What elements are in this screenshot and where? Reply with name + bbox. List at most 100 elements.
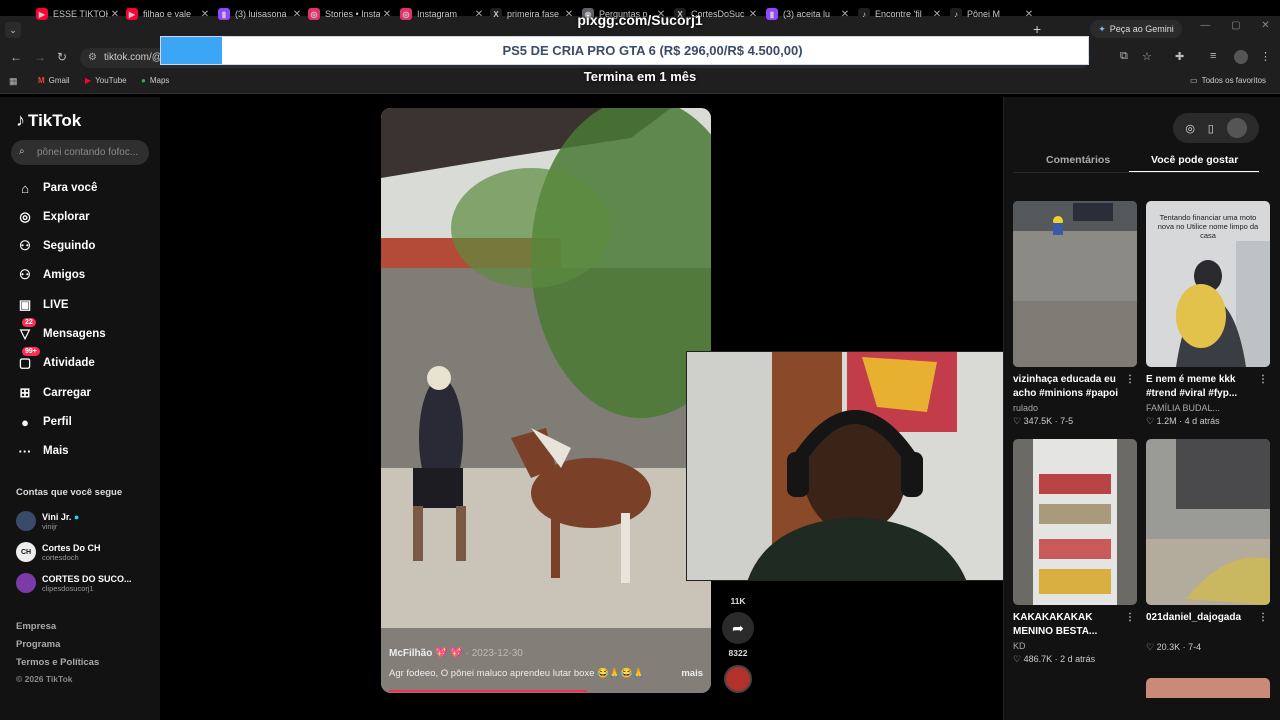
notification-badge: 22 [22, 318, 36, 327]
followed-account[interactable]: Vini Jr. ● vinijr [16, 509, 79, 533]
donation-site-label: pixgg.com/Sucorj1 [577, 12, 703, 28]
sidebar-item-explorar[interactable]: ◎ Explorar [16, 207, 89, 227]
card-more-icon[interactable]: ⋮ [1258, 373, 1268, 387]
video-date: 2023-12-30 [471, 648, 523, 659]
footer-link[interactable]: Programa [16, 639, 60, 650]
nav-icon: ▽ [20, 326, 30, 341]
nav-icon: ⊞ [19, 385, 31, 400]
video-card[interactable]: vizinhaça educada eu acho #minions #papo… [1013, 201, 1137, 427]
card-stats: ♡ 20.3K · 7-4 [1146, 642, 1202, 652]
heart-icon: ♡ [1013, 416, 1022, 426]
followed-account[interactable]: CH Cortes Do CH cortesdoch [16, 540, 101, 564]
heart-icon: ♡ [1146, 416, 1155, 426]
sidebar-item-para-você[interactable]: ⌂ Para você [16, 178, 97, 198]
goal-progress-fill [161, 37, 222, 64]
card-author[interactable]: rulado [1013, 403, 1137, 413]
user-avatar[interactable] [1226, 118, 1247, 138]
back-icon[interactable]: ← [10, 50, 22, 64]
video-player[interactable] [381, 108, 711, 693]
card-stats: ♡ 1.2M · 4 d atrás [1146, 416, 1220, 426]
search-icon: ⌕ [19, 146, 25, 157]
search-input[interactable]: pônei contando fofoc... [11, 140, 149, 165]
goal-deadline: Termina em 1 mês [583, 69, 697, 84]
card-title: E nem é meme kkk #trend #viral #fyp... ⋮ [1146, 373, 1268, 399]
thumbnail-image [1013, 201, 1137, 367]
heart-icon: ♡ [1146, 642, 1155, 652]
sidebar-item-live[interactable]: ▣ LIVE [16, 295, 69, 315]
card-more-icon[interactable]: ⋮ [1258, 611, 1268, 625]
notification-badge: 99+ [22, 347, 40, 356]
video-progress-bar[interactable] [389, 690, 587, 692]
phone-icon[interactable]: ▯ [1208, 122, 1214, 135]
video-frame [381, 108, 711, 693]
share-icon: ➦ [732, 619, 744, 636]
footer-link: © 2026 TikTok [16, 674, 73, 684]
nav-icon: ▢ [18, 355, 32, 370]
tab-comments[interactable]: Comentários [1046, 154, 1110, 166]
followed-account[interactable]: CORTES DO SUCO... clipesdosucorj1 [16, 571, 132, 595]
footer-link[interactable]: Termos e Políticas [16, 657, 99, 668]
video-thumbnail[interactable] [1013, 201, 1137, 367]
sidebar-item-carregar[interactable]: ⊞ Carregar [16, 383, 91, 403]
thumbnail-image [1146, 439, 1270, 605]
sidebar-item-perfil[interactable]: ● Perfil [16, 412, 72, 432]
card-more-icon[interactable]: ⋮ [1125, 373, 1135, 387]
sidebar-item-mensagens[interactable]: ▽ Mensagens 22 [16, 318, 106, 344]
media-icon[interactable]: ≡ [1210, 50, 1216, 62]
card-stats: ♡ 486.7K · 2 d atrás [1013, 654, 1096, 664]
nav-icon: ⚇ [19, 267, 31, 282]
nav-icon: ⌂ [21, 180, 29, 196]
profile-avatar[interactable] [1234, 50, 1248, 64]
sidebar-item-seguindo[interactable]: ⚇ Seguindo [16, 236, 95, 256]
reload-icon[interactable]: ↻ [57, 50, 67, 64]
video-card[interactable]: 021daniel_dajogada ⋮ ♡ 20.3K · 7-4 [1146, 439, 1270, 653]
video-thumbnail[interactable] [1146, 678, 1270, 698]
coin-icon[interactable]: ◎ [1185, 122, 1195, 135]
top-right-controls: ◎ ▯ [1173, 113, 1259, 143]
tab-you-may-like[interactable]: Você pode gostar [1151, 154, 1238, 166]
nav-icon: ◎ [19, 209, 31, 224]
caption-more-link[interactable]: mais [681, 668, 703, 679]
card-stats: ♡ 347.5K · 7-5 [1013, 416, 1074, 426]
avatar: CH [16, 542, 36, 562]
video-card[interactable]: KAKAKAKAKAK MENINO BESTA... ⋮ KD ♡ 486.7K… [1013, 439, 1137, 665]
video-thumbnail[interactable] [1146, 439, 1270, 605]
card-more-icon[interactable]: ⋮ [1125, 611, 1135, 625]
following-header: Contas que você segue [16, 487, 123, 498]
thumbnail-caption: Tentando financiar uma moto nova no Util… [1157, 213, 1259, 240]
extensions-icon[interactable]: ✚ [1175, 50, 1184, 63]
nav-icon: ● [21, 414, 29, 430]
sidebar-item-amigos[interactable]: ⚇ Amigos [16, 265, 85, 285]
video-thumbnail[interactable]: Tentando financiar uma moto nova no Util… [1146, 201, 1270, 367]
sidebar-item-atividade[interactable]: ▢ Atividade 99+ [16, 347, 95, 373]
tiktok-logo[interactable]: ♪ TikTok [16, 110, 81, 131]
webcam-frame [687, 352, 1005, 580]
verified-icon: ● [73, 511, 80, 522]
webcam-overlay [686, 351, 1006, 581]
menu-icon[interactable]: ⋮ [1260, 50, 1271, 63]
card-title: 021daniel_dajogada ⋮ [1146, 611, 1268, 625]
tiktok-note-icon: ♪ [16, 110, 25, 130]
site-info-icon[interactable]: ⚙ [88, 52, 97, 63]
avatar [16, 511, 36, 531]
share-button[interactable]: ➦ [722, 612, 754, 644]
card-author[interactable]: FAMÍLIA BUDAL... [1146, 403, 1270, 413]
thumbnail-image [1013, 439, 1137, 605]
card-title: KAKAKAKAKAK MENINO BESTA... ⋮ [1013, 611, 1135, 637]
install-icon[interactable]: ⧉ [1120, 50, 1128, 63]
video-caption: Agr fodeeo, O pônei maluco aprendeu luta… [389, 668, 645, 679]
nav-icon: ▣ [18, 297, 32, 312]
bookmark-star-icon[interactable]: ☆ [1142, 50, 1152, 63]
sound-avatar[interactable] [724, 665, 752, 693]
nav-icon: ··· [18, 443, 32, 459]
card-author[interactable]: KD [1013, 641, 1137, 651]
video-card[interactable]: Tentando financiar uma moto nova no Util… [1146, 201, 1270, 427]
forward-icon[interactable]: → [34, 50, 46, 64]
footer-link[interactable]: Empresa [16, 621, 56, 632]
sidebar-item-mais[interactable]: ··· Mais [16, 441, 69, 461]
heart-icon: ♡ [1013, 654, 1022, 664]
video-author[interactable]: McFilhão 💖 💖 [389, 648, 463, 659]
like-count: 11K [730, 596, 746, 606]
card-title: vizinhaça educada eu acho #minions #papo… [1013, 373, 1135, 399]
video-thumbnail[interactable] [1013, 439, 1137, 605]
